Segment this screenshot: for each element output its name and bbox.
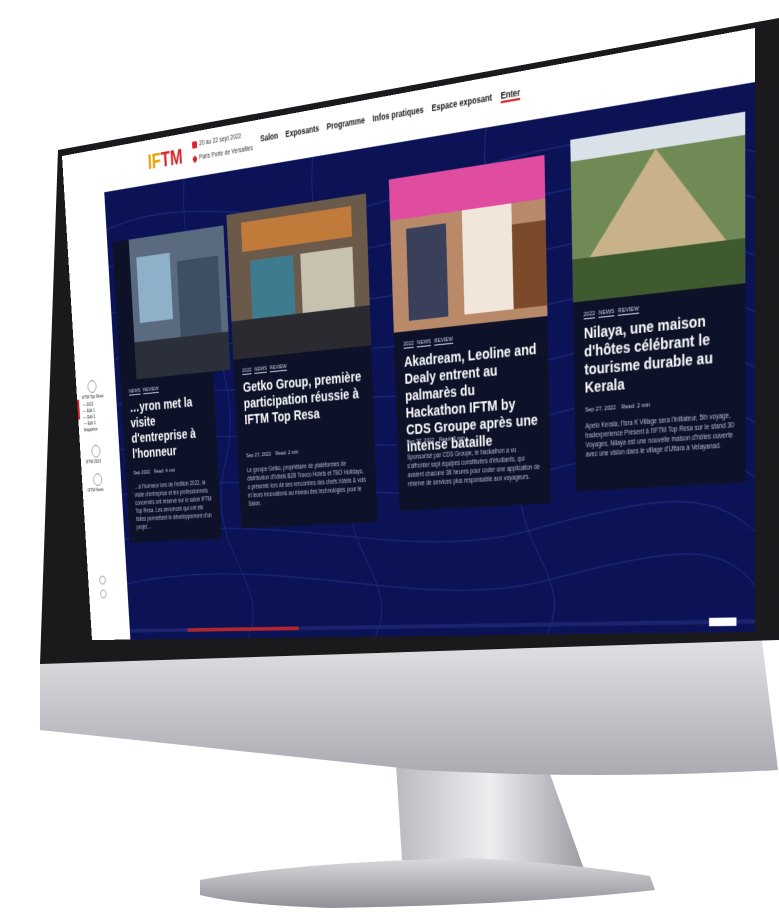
article-date: Sep 27, 2022 [585,405,617,414]
article-title[interactable]: …yron met la visite d'entreprise à l'hon… [129,393,212,462]
nav-exposants[interactable]: Exposants [285,123,319,141]
sidebar-icon-label-1[interactable]: IFTM News [88,487,104,493]
article-meta: Sep 2022 Read: 4 min [133,468,175,476]
article-card[interactable]: 2022 NEWS REVIEW Getko Group, première p… [226,193,378,529]
nav-enter[interactable]: Enter [500,86,521,104]
article-read-time: Read: 2 min [275,449,299,458]
iftm-logo[interactable]: IFTM [147,144,183,175]
tag[interactable]: NEWS [598,308,615,318]
sidebar-icon-label-0[interactable]: IFTM 2023 [86,459,101,465]
user-icon[interactable] [99,575,106,585]
product-mockup: IFTM 20 au 22 sept 2022 Paris Porte de V… [0,0,779,924]
logo-part2: TM [160,143,184,172]
article-date: Sep 2022 [133,469,151,477]
globe-icon[interactable] [91,444,101,458]
tag[interactable]: NEWS [128,388,141,396]
tag[interactable]: NEWS [254,365,268,374]
tag[interactable]: NEWS [416,338,432,348]
article-card[interactable]: NEWS REVIEW …yron met la visite d'entrep… [112,225,231,543]
article-read-time: Read: 2 min [621,402,651,411]
article-title[interactable]: Getko Group, première participation réus… [243,368,365,428]
tag[interactable]: 2022 [242,367,252,376]
article-date: Sep 27, 2022 [246,451,272,460]
tag[interactable]: REVIEW [269,363,287,373]
article-title[interactable]: Nilaya, une maison d'hôtes célébrant le … [584,309,734,397]
article-tags: 2022 NEWS REVIEW [403,336,454,349]
news-icon[interactable] [92,473,103,487]
logo-part1: IF [147,147,162,175]
event-date: 20 au 22 sept 2022 [191,132,242,149]
tag[interactable]: 2022 [583,310,596,320]
article-excerpt: Le groupe Getko, propriétaire de platefo… [246,460,367,508]
event-place-text: Paris Porte de Versailles [198,144,254,162]
event-date-text: 20 au 22 sept 2022 [198,132,242,148]
sidebar-item-5[interactable]: Magazine [84,427,98,434]
article-meta: Sep 27, 2022 Read: 2 min [246,450,298,459]
tag[interactable]: REVIEW [434,336,454,346]
article-card[interactable]: 2022 NEWS REVIEW Nilaya, une maison d'hô… [570,111,746,492]
article-card[interactable]: 2022 NEWS REVIEW Akadream, Leoline and D… [388,154,552,512]
scroll-end-marker [709,617,737,627]
book-icon[interactable] [87,379,97,394]
nav-infos-pratiques[interactable]: Infos pratiques [372,104,423,126]
sidebar-active-marker [77,399,81,420]
article-read-time: Read: 4 min [153,467,176,475]
article-meta: Sep 27, 2022 Read: 2 min [585,402,650,414]
sidebar-item-0[interactable]: IFTM Top Resa [82,394,104,402]
article-tags: 2022 NEWS REVIEW [583,305,640,320]
tag[interactable]: REVIEW [142,386,159,395]
settings-icon[interactable] [99,589,107,599]
calendar-icon [191,141,198,149]
nav-programme[interactable]: Programme [326,115,365,134]
article-photo [226,193,372,360]
tag[interactable]: REVIEW [618,305,640,316]
article-tags: 2022 NEWS REVIEW [242,363,287,376]
article-photo [388,154,548,333]
tag[interactable]: 2022 [403,340,415,349]
article-photo [570,111,746,303]
event-place: Paris Porte de Versailles [191,144,254,163]
article-excerpt: Apelo Kerala, l'Isra K Village sera l'in… [585,412,735,459]
location-pin-icon [191,154,198,163]
article-excerpt: …à l'honneur lors de l'édition 2022, la … [134,479,212,531]
article-tags: NEWS REVIEW [128,386,159,396]
nav-salon[interactable]: Salon [260,130,278,145]
nav-espace-exposant[interactable]: Espace exposant [432,92,493,116]
